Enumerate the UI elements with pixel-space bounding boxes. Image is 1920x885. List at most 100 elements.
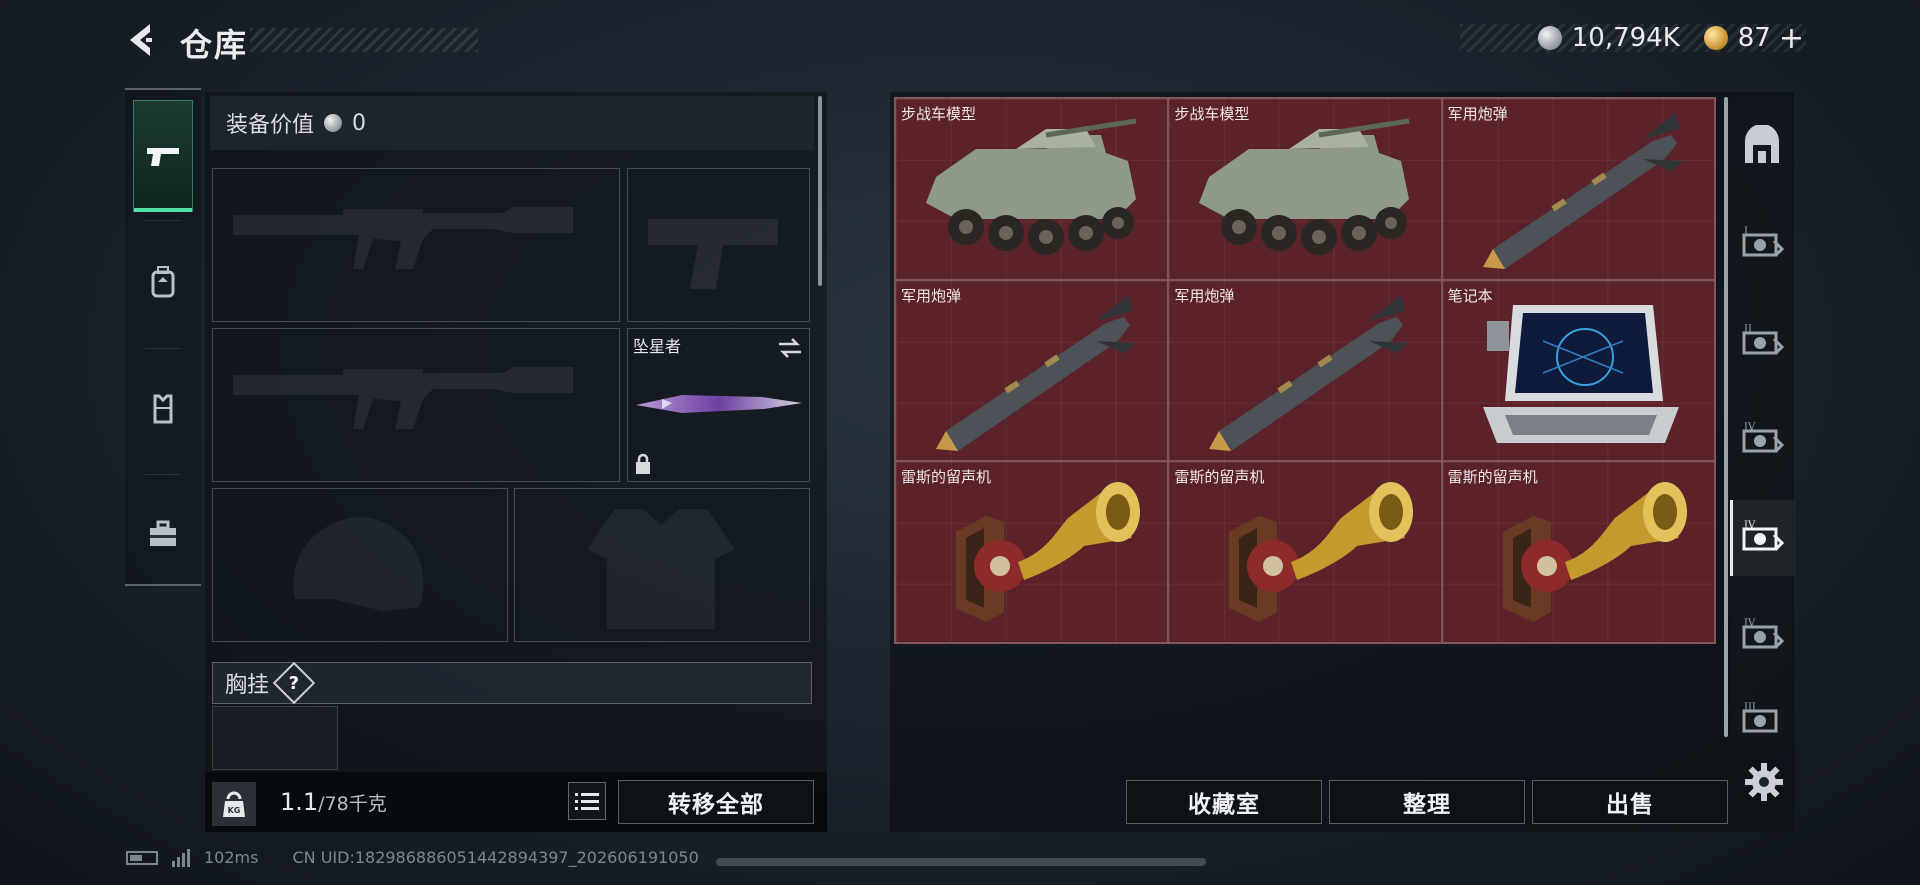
- storage-item-name: 雷斯的留声机: [901, 468, 992, 487]
- status-footer: 102ms CN UID:18298688605144289439​7_2026…: [126, 848, 699, 867]
- backpack-icon: [151, 266, 175, 298]
- military-shell-icon: [1482, 113, 1683, 269]
- svg-text:II: II: [1744, 324, 1752, 335]
- melee-slot[interactable]: 坠星者: [627, 328, 810, 482]
- sell-button[interactable]: 出售: [1532, 780, 1728, 824]
- help-icon[interactable]: ?: [272, 661, 316, 705]
- helmet-slot[interactable]: [212, 488, 508, 642]
- storage-item-gramophone[interactable]: 雷斯的留声机: [1441, 461, 1715, 643]
- gold-coin-icon: [1703, 26, 1728, 50]
- ping-text: 102ms: [204, 848, 259, 867]
- toolbox-icon: [150, 520, 176, 546]
- sort-button[interactable]: 整理: [1329, 780, 1525, 824]
- svg-text:IV: IV: [1744, 618, 1756, 629]
- military-shell-icon: [936, 294, 1136, 451]
- carry-weight: 1.1/78千克: [280, 788, 387, 816]
- storage-item-shell[interactable]: 军用炮弹: [1441, 98, 1715, 280]
- filter-tier-i[interactable]: I: [1738, 220, 1786, 268]
- chest-rig-slot[interactable]: [212, 706, 338, 770]
- filter-tier-iv-alt[interactable]: IV: [1738, 612, 1786, 660]
- storage-item-name: 步战车模型: [901, 105, 977, 123]
- chest-rig-header: 胸挂 ?: [212, 661, 812, 705]
- kettlebell-icon: KG: [223, 791, 245, 817]
- filter-tier-ii[interactable]: II: [1738, 318, 1786, 366]
- equipment-value-row: 装备价值 0: [210, 96, 814, 150]
- star-faller-blade-icon: [636, 395, 802, 413]
- pistol-icon: [147, 148, 179, 166]
- carry-weight-max: /78千克: [318, 793, 387, 815]
- gold-currency-amount: 87: [1737, 23, 1771, 53]
- storage-item-gramophone[interactable]: 雷斯的留声机: [895, 461, 1169, 643]
- swap-arrows-icon[interactable]: [777, 337, 803, 359]
- ifv-model-icon: [926, 118, 1137, 255]
- storage-item-name: 笔记本: [1447, 286, 1493, 305]
- storage-grid: 步战车模型 步战车模型 军用炮弹 军用炮弹 军用炮弹 笔记本 雷斯的留声机 雷斯…: [894, 97, 1716, 644]
- page-title: 仓库: [180, 26, 249, 64]
- silver-currency-amount: 10,794K: [1571, 23, 1680, 53]
- gramophone-icon: [1502, 482, 1687, 623]
- storage-scrollbar[interactable]: [1724, 97, 1728, 737]
- storage-item-ifv[interactable]: 步战车模型: [1168, 98, 1442, 280]
- storage-item-shell[interactable]: 军用炮弹: [1168, 279, 1442, 462]
- tab-backpack[interactable]: [133, 226, 193, 338]
- svg-text:III: III: [1744, 702, 1756, 713]
- primary-weapon-slot[interactable]: [212, 168, 620, 322]
- body-armor-slot[interactable]: [514, 488, 810, 642]
- list-view-button[interactable]: [568, 782, 606, 820]
- home-indicator[interactable]: [716, 858, 1206, 866]
- tier-iii-category-icon: III: [1742, 702, 1778, 733]
- svg-text:IV: IV: [1744, 422, 1756, 433]
- tier-iv-active-category-icon: IV: [1742, 520, 1784, 551]
- storage-item-ifv[interactable]: 步战车模型: [895, 98, 1169, 280]
- helmet-silhouette-icon: [293, 517, 424, 611]
- battery-icon: [126, 850, 158, 865]
- storage-item-name: 军用炮弹: [1447, 105, 1508, 123]
- sidearm-slot[interactable]: [627, 168, 810, 322]
- title-stripe-decoration: [250, 28, 478, 52]
- storage-item-shell[interactable]: 军用炮弹: [895, 279, 1169, 462]
- tab-weapons[interactable]: [133, 100, 193, 212]
- signal-icon: [172, 848, 190, 867]
- filter-tier-iv-active[interactable]: IV: [1730, 500, 1795, 576]
- currency-bar: 10,794K 87 +: [1460, 21, 1806, 56]
- tab-toolbox[interactable]: [133, 478, 193, 590]
- add-currency-button[interactable]: +: [1779, 21, 1804, 56]
- melee-slot-label: 坠星者: [633, 337, 682, 356]
- chest-rig-label: 胸挂: [225, 673, 270, 698]
- filter-tier-iv[interactable]: IV: [1738, 416, 1786, 464]
- storage-item-gramophone[interactable]: 雷斯的留声机: [1168, 461, 1442, 643]
- tier-i-category-icon: I: [1742, 226, 1784, 257]
- collection-room-button[interactable]: 收藏室: [1126, 780, 1322, 824]
- rifle-silhouette-icon: [233, 207, 573, 269]
- svg-text:I: I: [1744, 226, 1748, 237]
- settings-gear-icon[interactable]: [1742, 760, 1786, 804]
- tab-chest-rig[interactable]: [133, 352, 193, 464]
- filter-tier-iii[interactable]: III: [1738, 702, 1786, 738]
- tier-ii-category-icon: II: [1742, 324, 1784, 355]
- tier-iv-category-icon: IV: [1742, 422, 1784, 453]
- rifle-silhouette-icon: [233, 367, 573, 429]
- pistol-silhouette-icon: [648, 219, 778, 289]
- secondary-weapon-slot[interactable]: [212, 328, 620, 482]
- lock-icon: [636, 453, 650, 474]
- storage-item-name: 雷斯的留声机: [1174, 468, 1265, 487]
- storage-item-name: 雷斯的留声机: [1447, 468, 1538, 487]
- back-arrow-icon[interactable]: [120, 18, 164, 62]
- loadout-scrollbar[interactable]: [818, 96, 822, 286]
- laptop-icon: [1482, 304, 1679, 443]
- vest-silhouette-icon: [587, 509, 735, 629]
- storage-item-name: 军用炮弹: [901, 286, 962, 305]
- list-icon: [575, 793, 599, 810]
- storage-item-name: 军用炮弹: [1174, 286, 1235, 305]
- ifv-model-icon: [1199, 118, 1410, 255]
- equipment-tab-bar: [125, 88, 201, 586]
- filter-all-items[interactable]: [1738, 122, 1786, 170]
- all-items-icon: [1745, 125, 1779, 163]
- transfer-all-button[interactable]: 转移全部: [618, 780, 814, 824]
- svg-text:KG: KG: [228, 806, 241, 815]
- weight-icon: KG: [212, 782, 256, 826]
- uid-text: CN UID:18298688605144289439​7_2026061910…: [292, 848, 699, 867]
- svg-text:IV: IV: [1744, 520, 1756, 531]
- gramophone-icon: [956, 482, 1140, 623]
- storage-item-laptop[interactable]: 笔记本: [1441, 279, 1715, 462]
